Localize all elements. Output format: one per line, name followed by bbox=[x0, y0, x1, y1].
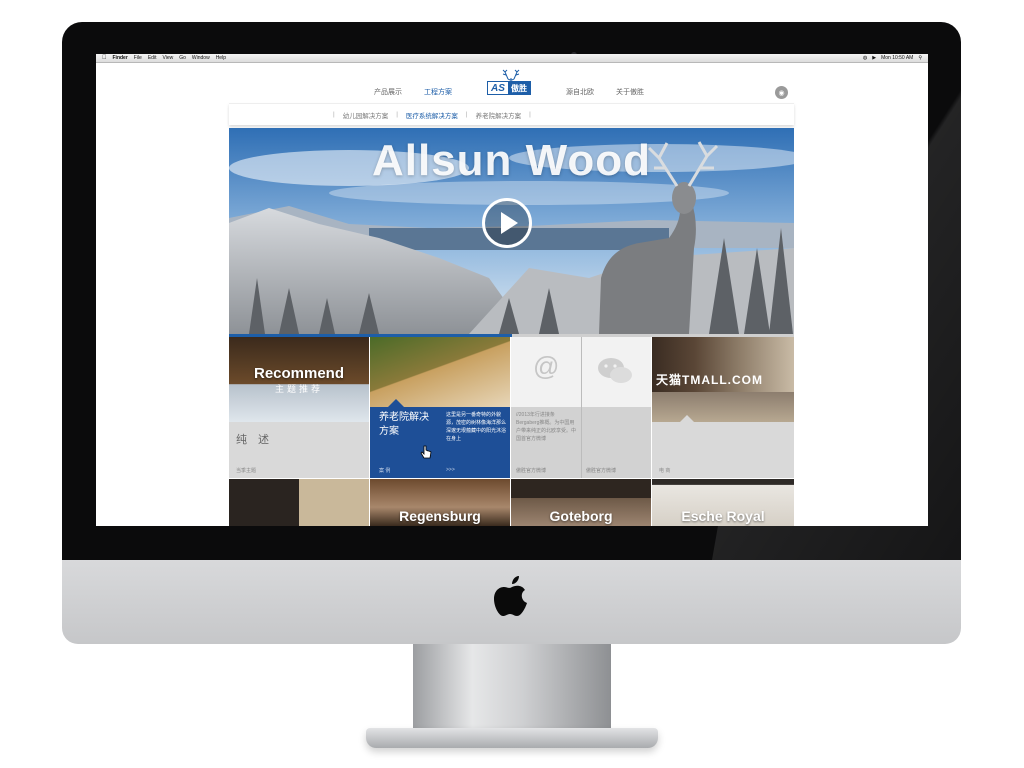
status-area: ◍ ▶ Mon 10:50 AM ⚲ bbox=[863, 55, 922, 61]
feature-tiles: Recommend 主题推荐 纯 述 当季主题 养老院解决方案 这里是另一番奇特… bbox=[229, 337, 794, 526]
clock[interactable]: Mon 10:50 AM bbox=[881, 55, 913, 61]
apple-logo-icon bbox=[494, 576, 527, 616]
hero-title: Allsun Wood bbox=[371, 136, 652, 185]
play-icon bbox=[501, 212, 518, 234]
recommend-subtitle: 主题推荐 bbox=[274, 384, 323, 394]
eldercare-photo bbox=[370, 337, 510, 407]
hand-cursor-icon bbox=[420, 445, 432, 459]
subnav-medical[interactable]: 医疗系统解决方案 bbox=[406, 110, 458, 120]
volume-icon[interactable]: ▶ bbox=[872, 55, 876, 61]
tile-product-1[interactable] bbox=[229, 479, 369, 526]
spotlight-icon[interactable]: ⚲ bbox=[918, 55, 922, 61]
weibo-icon[interactable]: ◉ bbox=[775, 86, 788, 99]
menu-view[interactable]: View bbox=[162, 55, 173, 61]
imac-device:  Finder File Edit View Go Window Help ◍… bbox=[0, 0, 1024, 768]
product-label: Goteborg bbox=[549, 508, 613, 524]
eldercare-description: 这里是另一番奇特的外貌源，茂密的树林像海洋那么深邃无垠蕴藏中的阳光沐浴在身上 bbox=[446, 412, 507, 442]
sub-nav: | 幼儿园解决方案 | 医疗系统解决方案 | 养老院解决方案 | bbox=[229, 103, 794, 125]
social-description: //2013年行进接条Bergaberg推概。为中国用户带来纯正的北欧享受。中国… bbox=[516, 412, 577, 442]
recommend-big-text: 纯 述 bbox=[236, 434, 274, 446]
apple-menu-icon[interactable]:  bbox=[102, 55, 107, 61]
recommend-caption: 当季主题 bbox=[236, 468, 257, 474]
product-label: Esche Royal bbox=[681, 508, 765, 524]
nav-item-nordic[interactable]: 源自北欧 bbox=[566, 87, 594, 97]
product-label: Regensburg bbox=[399, 508, 481, 524]
weibo-caption: 傲胜官方微博 bbox=[516, 468, 547, 474]
recommend-title: Recommend bbox=[253, 365, 345, 382]
eldercare-case-link[interactable]: 案 例 bbox=[379, 467, 390, 474]
site-header: 产品展示 工程方案 AS 傲胜 源自北欧 关于傲胜 bbox=[96, 63, 928, 103]
eldercare-title: 养老院解决方案 bbox=[379, 412, 429, 437]
tile-eldercare[interactable]: 养老院解决方案 这里是另一番奇特的外貌源，茂密的树林像海洋那么深邃无垠蕴藏中的阳… bbox=[370, 337, 510, 478]
wechat-caption: 傲胜官方微博 bbox=[586, 468, 617, 474]
wechat-icon[interactable] bbox=[597, 357, 633, 385]
menu-file[interactable]: File bbox=[134, 55, 142, 61]
eldercare-more-link[interactable]: >>> bbox=[446, 467, 455, 473]
mac-menubar:  Finder File Edit View Go Window Help ◍… bbox=[96, 54, 928, 63]
tile-tmall[interactable]: 天猫TMALL.COM 电 商 bbox=[652, 337, 794, 478]
wifi-icon[interactable]: ◍ bbox=[863, 55, 867, 61]
menu-window[interactable]: Window bbox=[192, 55, 210, 61]
divider: | bbox=[396, 111, 398, 118]
monitor-stand-base bbox=[366, 728, 658, 748]
hero-banner: Allsun Wood bbox=[229, 128, 794, 334]
subnav-eldercare[interactable]: 养老院解决方案 bbox=[476, 110, 522, 120]
monitor-stand bbox=[413, 644, 611, 736]
menu-help[interactable]: Help bbox=[216, 55, 226, 61]
app-menu-finder[interactable]: Finder bbox=[113, 55, 128, 61]
tile-product-regensburg[interactable]: Regensburg bbox=[370, 479, 510, 526]
play-video-button[interactable] bbox=[482, 198, 532, 248]
tile-social[interactable]: @ //2013年行进接条Bergaberg推概。为中国用户带来纯正的北欧享受。… bbox=[511, 337, 651, 478]
subnav-kindergarten[interactable]: 幼儿园解决方案 bbox=[343, 110, 389, 120]
site-logo[interactable]: AS 傲胜 bbox=[472, 69, 546, 95]
divider: | bbox=[465, 111, 468, 118]
tile-product-esche-royal[interactable]: Esche Royal bbox=[652, 479, 794, 526]
divider: | bbox=[333, 111, 335, 118]
main-nav-left: 产品展示 工程方案 bbox=[374, 87, 452, 97]
screen:  Finder File Edit View Go Window Help ◍… bbox=[96, 54, 928, 526]
at-sign-icon[interactable]: @ bbox=[533, 351, 559, 382]
menu-edit[interactable]: Edit bbox=[148, 55, 157, 61]
tile-notch bbox=[388, 399, 404, 407]
main-nav-right: 源自北欧 关于傲胜 bbox=[566, 87, 644, 97]
tmall-logo-text: 天猫TMALL.COM bbox=[656, 373, 763, 387]
tile-notch bbox=[680, 415, 694, 422]
divider: | bbox=[529, 111, 531, 118]
tmall-caption: 电 商 bbox=[659, 468, 671, 474]
tile-product-goteborg[interactable]: Goteborg bbox=[511, 479, 651, 526]
nav-item-engineering[interactable]: 工程方案 bbox=[424, 87, 452, 97]
tile-recommend[interactable]: Recommend 主题推荐 纯 述 当季主题 bbox=[229, 337, 369, 478]
nav-item-about[interactable]: 关于傲胜 bbox=[616, 87, 644, 97]
deer-icon bbox=[502, 69, 520, 86]
nav-item-products[interactable]: 产品展示 bbox=[374, 87, 402, 97]
menu-go[interactable]: Go bbox=[179, 55, 186, 61]
tmall-photo-floor bbox=[652, 392, 794, 422]
divider bbox=[581, 337, 582, 478]
